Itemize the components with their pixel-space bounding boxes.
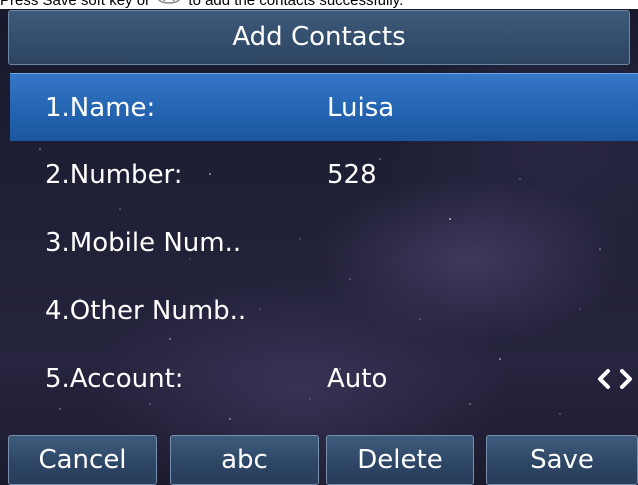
delete-softkey[interactable]: Delete [326, 435, 474, 485]
field-value-account[interactable]: Auto [327, 345, 387, 413]
field-value-name[interactable]: Luisa [327, 74, 394, 142]
field-label-other-number: 4.Other Numb.. [45, 296, 247, 326]
chevron-right-icon [620, 369, 632, 389]
phone-screen: Add Contacts 1.Name: Luisa 2.Number: 528… [0, 9, 638, 485]
save-softkey[interactable]: Save [486, 435, 638, 485]
cancel-softkey[interactable]: Cancel [8, 435, 157, 485]
field-row-number[interactable]: 2.Number: 528 [10, 141, 638, 209]
field-row-account[interactable]: 5.Account: Auto [10, 345, 638, 413]
caption-text-after: to add the contacts successfully. [188, 0, 404, 9]
chevron-left-icon [598, 369, 610, 389]
field-label-account: 5.Account: [45, 364, 184, 394]
field-label-mobile-number: 3.Mobile Num.. [45, 228, 242, 258]
field-value-number[interactable]: 528 [327, 141, 377, 209]
field-row-mobile-number[interactable]: 3.Mobile Num.. [10, 209, 638, 277]
instruction-caption: Press Save soft key or to add the contac… [0, 0, 638, 9]
page: Press Save soft key or to add the contac… [0, 0, 638, 485]
field-row-name[interactable]: 1.Name: Luisa [10, 73, 638, 141]
caption-text-before: Press Save soft key or [0, 0, 151, 9]
softkey-bar: Cancel abc Delete Save [0, 435, 638, 485]
abc-softkey[interactable]: abc [170, 435, 319, 485]
field-label-number: 2.Number: [45, 160, 183, 190]
screen-title: Add Contacts [8, 10, 630, 65]
account-selector-arrows[interactable] [588, 345, 638, 413]
field-label-name: 1.Name: [45, 93, 156, 123]
field-row-other-number[interactable]: 4.Other Numb.. [10, 277, 638, 345]
